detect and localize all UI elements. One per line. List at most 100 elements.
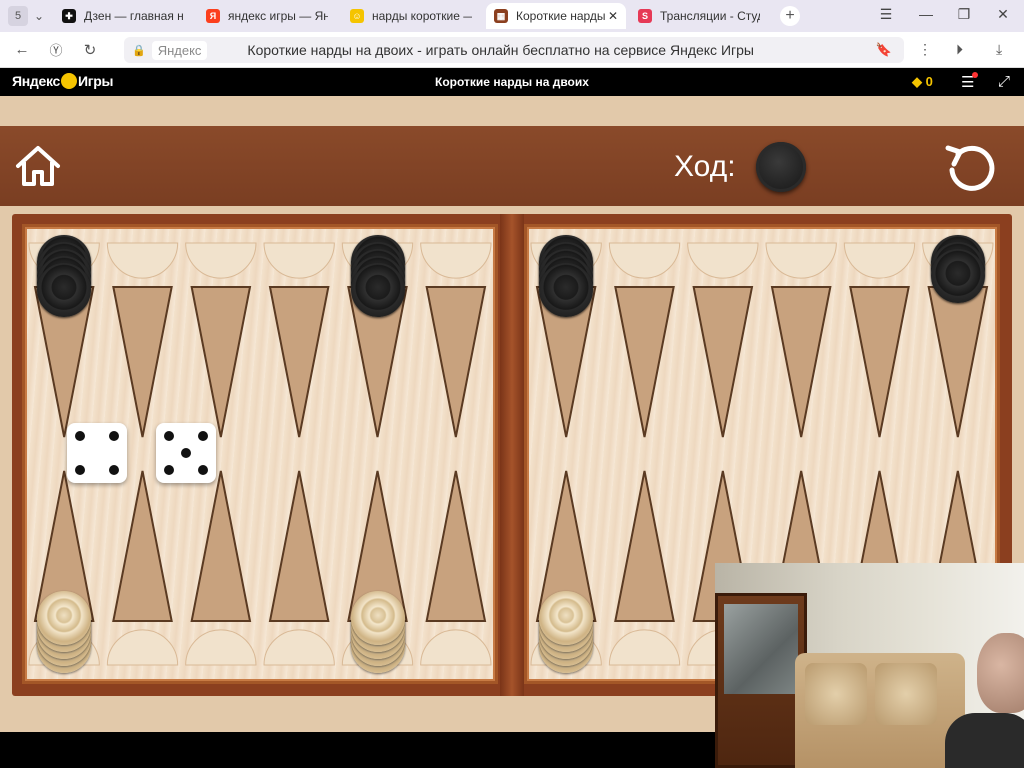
- die-pip: [75, 465, 85, 475]
- tab-label: нарды короткие —: [372, 9, 472, 23]
- tab-label: Короткие нарды: [516, 9, 606, 23]
- point-slot[interactable]: [263, 629, 335, 666]
- webcam-person-body: [945, 713, 1024, 768]
- address-host: Яндекс: [151, 40, 208, 60]
- die-pip: [164, 465, 174, 475]
- top-point[interactable]: [692, 286, 754, 438]
- top-point[interactable]: [190, 286, 252, 438]
- point-slot[interactable]: [106, 629, 179, 666]
- tab-favicon-icon: ☺: [350, 9, 364, 23]
- bottom-point[interactable]: [268, 470, 330, 622]
- back-arrow-icon[interactable]: ←: [10, 41, 34, 58]
- bookmark-icon[interactable]: 🔖: [876, 42, 892, 58]
- fullscreen-icon[interactable]: ⤢: [998, 73, 1010, 90]
- cabinet-glass: [724, 604, 798, 694]
- die[interactable]: [67, 423, 127, 483]
- close-window-button[interactable]: ✕: [993, 6, 1013, 23]
- die-pip: [109, 431, 119, 441]
- turn-label: Ход:: [674, 150, 736, 183]
- die-pip: [198, 465, 208, 475]
- top-point[interactable]: [614, 286, 675, 438]
- black-checker[interactable]: [350, 263, 405, 317]
- die-pip: [164, 431, 174, 441]
- coins-value: 0: [925, 74, 933, 89]
- browser-tab-bar: 5 ⌄ ✚ Дзен — главная нов Яяндекс игры — Ян…: [0, 0, 1024, 32]
- top-point[interactable]: [927, 286, 989, 438]
- more-vertical-icon[interactable]: ⋮: [918, 41, 932, 58]
- bottom-point[interactable]: [190, 470, 252, 622]
- yandex-games-bar: Яндекс Игры Короткие нарды на двоих ◆ 0 ☰…: [0, 68, 1024, 96]
- restore-button[interactable]: ❐: [954, 6, 974, 23]
- top-point[interactable]: [112, 286, 173, 438]
- point-slot[interactable]: [263, 242, 335, 279]
- white-checker[interactable]: [350, 591, 405, 645]
- white-checker[interactable]: [539, 591, 594, 645]
- close-tab-icon[interactable]: ✕: [608, 9, 618, 23]
- menu-icon[interactable]: ☰: [876, 6, 896, 23]
- tab-favicon-icon: S: [638, 9, 652, 23]
- point-slot[interactable]: [608, 629, 681, 666]
- top-point[interactable]: [849, 286, 910, 438]
- address-bar: ← Ⓨ ↻ 🔒 Яндекс Короткие нарды на двоих -…: [0, 32, 1024, 68]
- webcam-cabinet: [715, 593, 807, 768]
- chevron-down-icon[interactable]: ⌄: [28, 9, 50, 23]
- tab-label: Дзен — главная нов: [84, 9, 184, 23]
- reload-icon[interactable]: ↻: [78, 41, 102, 59]
- lock-icon: 🔒: [132, 44, 146, 57]
- tab-label: яндекс игры — Янд: [228, 9, 328, 23]
- turn-indicator-checker: [756, 142, 806, 192]
- browser-tab[interactable]: S Трансляции - Студ: [630, 3, 770, 29]
- die-pip: [75, 431, 85, 441]
- tab-label: Трансляции - Студ: [660, 9, 760, 23]
- game-title: Короткие нарды на двоих: [435, 75, 589, 89]
- webcam-overlay: [715, 563, 1024, 768]
- bottom-point[interactable]: [425, 470, 487, 622]
- point-slot[interactable]: [420, 242, 492, 279]
- minimize-button[interactable]: —: [916, 6, 936, 22]
- tab-counter[interactable]: 5: [8, 6, 28, 26]
- yandex-icon[interactable]: Ⓨ: [44, 40, 68, 59]
- tab-favicon-icon: ✚: [62, 9, 76, 23]
- address-page-title: Короткие нарды на двоих - играть онлайн …: [247, 42, 754, 58]
- webcam-pillow: [805, 663, 867, 725]
- point-slot[interactable]: [185, 629, 257, 666]
- black-checker[interactable]: [930, 249, 985, 303]
- bottom-point[interactable]: [614, 470, 675, 622]
- board-left-half: [22, 224, 498, 684]
- point-slot[interactable]: [687, 242, 759, 279]
- hamburger-menu-icon[interactable]: ☰: [961, 72, 979, 91]
- tab-favicon-icon: ▦: [494, 9, 508, 23]
- top-point[interactable]: [425, 286, 487, 438]
- game-header: Ход:: [0, 126, 1024, 206]
- browser-tab[interactable]: ▦ Короткие нарды ✕: [486, 3, 626, 29]
- black-checker[interactable]: [37, 263, 92, 317]
- die-pip: [198, 431, 208, 441]
- point-slot[interactable]: [185, 242, 257, 279]
- browser-tab[interactable]: ✚ Дзен — главная нов: [54, 3, 194, 29]
- black-checker[interactable]: [539, 263, 594, 317]
- point-slot[interactable]: [420, 629, 492, 666]
- coins-counter[interactable]: ◆ 0: [912, 74, 933, 90]
- top-point[interactable]: [268, 286, 330, 438]
- download-icon[interactable]: ⤓: [996, 41, 1002, 58]
- point-slot[interactable]: [106, 242, 179, 279]
- tab-favicon-icon: Я: [206, 9, 220, 23]
- die-pip: [109, 465, 119, 475]
- point-slot[interactable]: [843, 242, 916, 279]
- webcam-person-head: [977, 633, 1024, 713]
- browser-tab[interactable]: Яяндекс игры — Янд: [198, 3, 338, 29]
- die[interactable]: [156, 423, 216, 483]
- browser-tab[interactable]: ☺ нарды короткие —: [342, 3, 482, 29]
- omnibox[interactable]: 🔒 Яндекс Короткие нарды на двоих - играт…: [124, 37, 904, 63]
- white-checker[interactable]: [37, 591, 92, 645]
- home-icon[interactable]: [14, 142, 62, 190]
- point-slot[interactable]: [608, 242, 681, 279]
- point-slot[interactable]: [765, 242, 837, 279]
- board-center-bar: [500, 214, 524, 696]
- bottom-point[interactable]: [112, 470, 173, 622]
- new-tab-button[interactable]: +: [780, 6, 800, 26]
- media-play-icon[interactable]: ⏵: [956, 41, 963, 58]
- top-point[interactable]: [770, 286, 832, 438]
- webcam-pillow: [875, 663, 937, 725]
- undo-icon[interactable]: [944, 140, 1000, 196]
